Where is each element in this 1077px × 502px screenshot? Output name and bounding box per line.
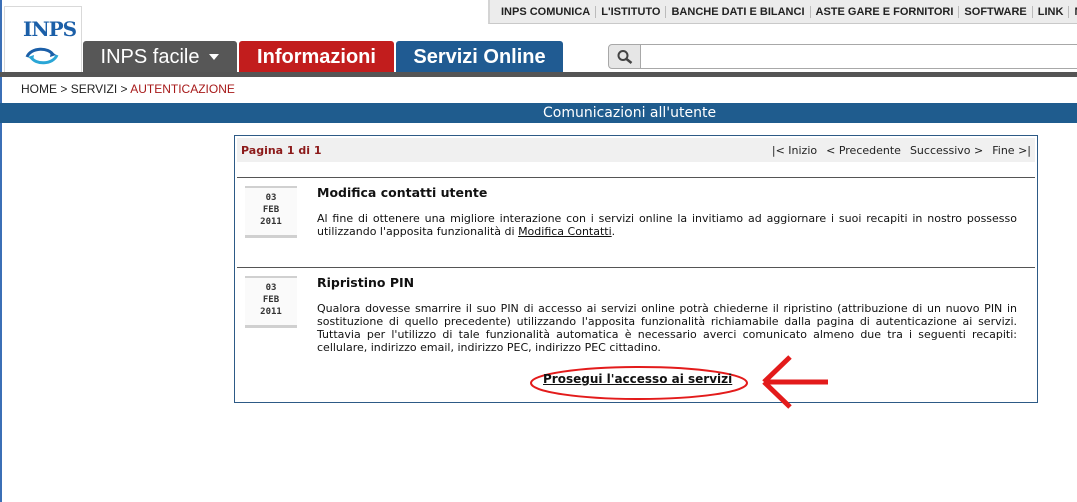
- breadcrumb-separator: >: [120, 82, 131, 96]
- search-input[interactable]: [640, 44, 1077, 69]
- date-badge: 03 FEB 2011: [245, 276, 297, 328]
- nav-link-banche-dati[interactable]: BANCHE DATI E BILANCI: [666, 5, 811, 18]
- breadcrumb-separator: >: [60, 82, 71, 96]
- breadcrumb-servizi[interactable]: SERVIZI: [71, 82, 117, 96]
- message-text: Al fine di ottenere una migliore interaz…: [317, 212, 1017, 238]
- logo-text: INPS: [23, 17, 77, 41]
- page-title: Comunicazioni all'utente: [543, 105, 717, 121]
- logo-swirl-icon: [25, 47, 59, 65]
- date-badge: 03 FEB 2011: [245, 186, 297, 238]
- nav-link-link[interactable]: LINK: [1033, 5, 1070, 18]
- nav-link-software[interactable]: SOFTWARE: [959, 5, 1033, 18]
- proceed-to-services-link[interactable]: Prosegui l'accesso ai servizi: [543, 372, 732, 386]
- pager-next-link[interactable]: Successivo >: [910, 144, 983, 157]
- message-text: Qualora dovesse smarrire il suo PIN di a…: [317, 302, 1017, 354]
- nav-link-inps-comunica[interactable]: INPS COMUNICA: [496, 5, 597, 18]
- page-title-bar: Comunicazioni all'utente: [0, 103, 1077, 123]
- tab-servizi-online-label: Servizi Online: [413, 45, 546, 68]
- date-month: FEB: [262, 205, 280, 215]
- message-title: Ripristino PIN: [317, 275, 415, 290]
- message-text-before: Al fine di ottenere una migliore interaz…: [317, 212, 1017, 238]
- date-month: FEB: [262, 295, 280, 305]
- breadcrumb-home[interactable]: HOME: [21, 82, 57, 96]
- date-day: 03: [265, 193, 277, 203]
- message-title: Modifica contatti utente: [317, 185, 488, 200]
- tab-inps-facile[interactable]: INPS facile: [83, 41, 237, 73]
- modifica-contatti-link[interactable]: Modifica Contatti: [518, 225, 612, 238]
- search-icon: [617, 49, 632, 64]
- tab-informazioni-label: Informazioni: [257, 45, 376, 68]
- pager-prev-link[interactable]: < Precedente: [826, 144, 901, 157]
- date-year: 2011: [260, 307, 282, 317]
- inps-logo[interactable]: INPS: [4, 6, 82, 72]
- pager-first-link[interactable]: |< Inizio: [772, 144, 817, 157]
- chevron-down-icon: [209, 54, 220, 60]
- pager-last-link[interactable]: Fine >|: [992, 144, 1031, 157]
- breadcrumb-current: AUTENTICAZIONE: [130, 82, 235, 96]
- nav-link-aste-gare[interactable]: ASTE GARE E FORNITORI: [811, 5, 960, 18]
- tab-servizi-online[interactable]: Servizi Online: [396, 41, 563, 73]
- pager: Pagina 1 di 1 |< Inizio < Precedente Suc…: [237, 138, 1035, 162]
- tab-informazioni[interactable]: Informazioni: [239, 41, 394, 73]
- nav-link-truncated[interactable]: MA: [1069, 6, 1077, 18]
- pager-links: |< Inizio < Precedente Successivo > Fine…: [772, 144, 1031, 157]
- divider: [237, 267, 1035, 268]
- message-text-after: .: [611, 225, 616, 238]
- search-button[interactable]: [608, 44, 641, 69]
- breadcrumb: HOME > SERVIZI > AUTENTICAZIONE: [21, 82, 235, 96]
- top-utility-nav: INPS COMUNICA L'ISTITUTO BANCHE DATI E B…: [488, 0, 1077, 24]
- nav-link-istituto[interactable]: L'ISTITUTO: [596, 5, 667, 18]
- tab-inps-facile-label: INPS facile: [100, 45, 200, 68]
- arrow-left-icon: [762, 355, 828, 409]
- divider: [237, 177, 1035, 178]
- page-info: Pagina 1 di 1: [241, 144, 322, 157]
- date-year: 2011: [260, 217, 282, 227]
- date-day: 03: [265, 283, 277, 293]
- header-divider-bar: [0, 72, 1077, 77]
- messages-panel: Pagina 1 di 1 |< Inizio < Precedente Suc…: [234, 135, 1038, 403]
